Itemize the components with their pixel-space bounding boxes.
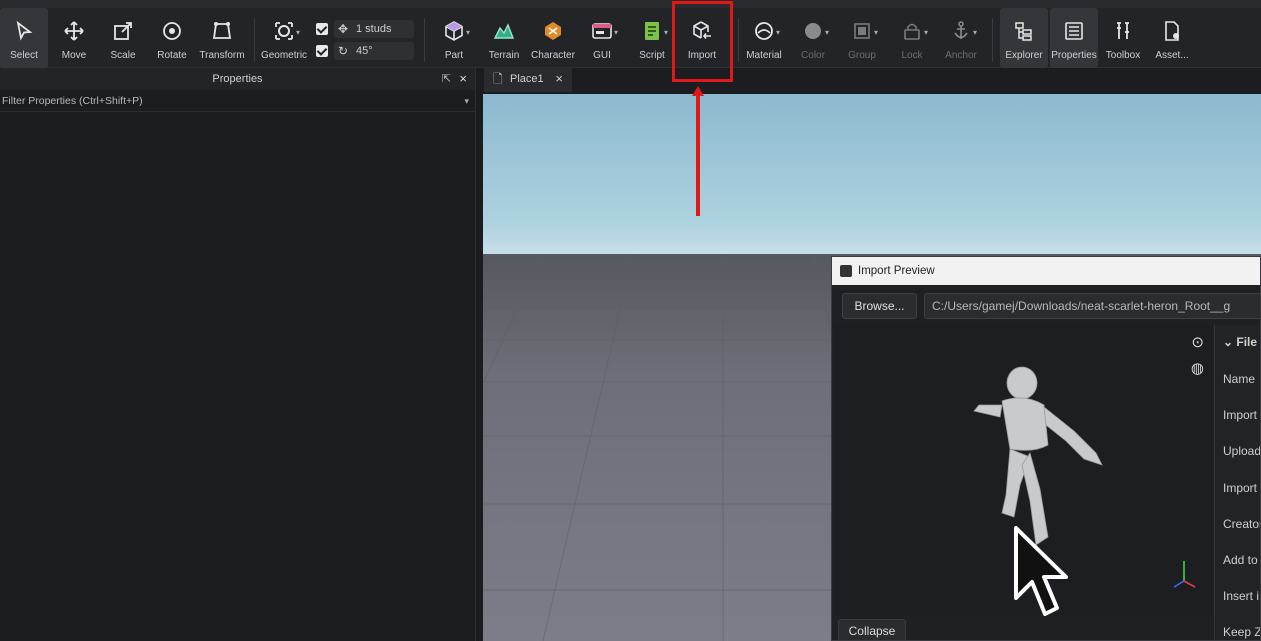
- snap-move-value: 1 studs: [356, 23, 392, 35]
- setting-import-as: Import: [1223, 481, 1258, 495]
- geometric-chevron-down-icon[interactable]: ▾: [296, 28, 304, 37]
- dialog-titlebar: Import Preview: [832, 257, 1260, 285]
- move-snap-icon: ✥: [338, 22, 349, 36]
- snap-rotate-checkbox[interactable]: [316, 45, 328, 57]
- properties-header: Properties ⇱ ×: [0, 68, 475, 90]
- tool-transform[interactable]: Transform: [198, 8, 246, 68]
- tool-transform-label: Transform: [199, 50, 245, 61]
- group-chevron-down-icon[interactable]: ▾: [874, 28, 882, 37]
- red-arrow-icon: [692, 86, 704, 216]
- snap-move-checkbox[interactable]: [316, 23, 328, 35]
- tool-select[interactable]: Select: [0, 8, 48, 68]
- gui-chevron-down-icon[interactable]: ▾: [614, 28, 622, 37]
- studio-window: Select Move Scale Rotate Transform Geome…: [0, 0, 1261, 641]
- anchor-icon: [954, 21, 968, 39]
- tool-rotate[interactable]: Rotate: [148, 8, 196, 68]
- material-chevron-down-icon[interactable]: ▾: [776, 28, 784, 37]
- tool-toolbox[interactable]: Toolbox: [1099, 8, 1147, 68]
- file-path-field[interactable]: C:/Users/gamej/Downloads/neat-scarlet-he…: [924, 293, 1260, 319]
- tool-terrain[interactable]: Terrain: [480, 8, 528, 68]
- tool-part[interactable]: Part: [430, 8, 478, 68]
- section-label: File: [1236, 335, 1258, 349]
- toolbox-icon: [1117, 22, 1129, 39]
- tab-label: Place1: [510, 73, 544, 85]
- tool-lock[interactable]: Lock: [888, 8, 936, 68]
- tool-asset-label: Asset...: [1155, 50, 1189, 61]
- dialog-title: Import Preview: [858, 265, 935, 277]
- import-highlight-box: [672, 1, 733, 82]
- color-chevron-down-icon[interactable]: ▾: [825, 28, 833, 37]
- collapse-button[interactable]: Collapse: [838, 619, 906, 640]
- setting-add-to: Add to: [1223, 553, 1258, 567]
- script-chevron-down-icon[interactable]: ▾: [664, 28, 672, 37]
- document-tabbar: 🗋 Place1 ×: [478, 68, 1261, 92]
- geometric-icon: [275, 22, 293, 40]
- tool-asset-manager[interactable]: Asset...: [1148, 8, 1196, 68]
- close-icon[interactable]: ×: [459, 68, 467, 90]
- file-section-header[interactable]: ⌄ File: [1223, 335, 1257, 349]
- tool-move[interactable]: Move: [50, 8, 98, 68]
- mouse-cursor-icon: [1014, 526, 1068, 616]
- character-icon: [545, 22, 561, 40]
- scale-box-icon: [114, 22, 132, 40]
- properties-title: Properties: [212, 73, 263, 85]
- filter-placeholder: Filter Properties (Ctrl+Shift+P): [2, 95, 143, 107]
- setting-name: Name: [1223, 372, 1256, 386]
- tool-gui[interactable]: GUI: [578, 8, 626, 68]
- studio-logo-icon: [840, 265, 852, 277]
- chevron-down-icon[interactable]: ▾: [464, 90, 469, 112]
- toolbar-divider: [992, 18, 993, 62]
- filter-properties-input[interactable]: Filter Properties (Ctrl+Shift+P) ▾: [0, 90, 475, 112]
- cursor-icon: [16, 20, 33, 41]
- snap-rotate-field[interactable]: ↻ 45°: [334, 42, 414, 60]
- setting-creator: Creator: [1223, 517, 1261, 531]
- setting-import-only: Import: [1223, 408, 1258, 422]
- setting-insert: Insert i: [1223, 589, 1260, 603]
- tool-explorer[interactable]: Explorer: [1000, 8, 1048, 68]
- cube-icon: [445, 21, 463, 41]
- tool-geometric[interactable]: Geometric: [260, 8, 308, 68]
- tool-script[interactable]: Script: [628, 8, 676, 68]
- undock-icon[interactable]: ⇱: [442, 68, 451, 90]
- properties-list-icon: [1065, 22, 1083, 40]
- menu-strip: [0, 0, 1261, 8]
- axis-gizmo: [1173, 561, 1196, 588]
- rotate-icon: [163, 22, 181, 40]
- properties-panel: Properties ⇱ × Filter Properties (Ctrl+S…: [0, 68, 476, 641]
- lock-icon: [904, 23, 920, 40]
- explorer-tree-icon: [1015, 22, 1032, 41]
- tool-anchor-label: Anchor: [945, 50, 977, 61]
- browse-button[interactable]: Browse...: [842, 293, 917, 319]
- transform-icon: [212, 22, 232, 39]
- color-circle-icon: [805, 23, 821, 39]
- part-chevron-down-icon[interactable]: ▾: [466, 28, 474, 37]
- tool-anchor[interactable]: Anchor: [937, 8, 985, 68]
- tool-scale[interactable]: Scale: [99, 8, 147, 68]
- group-icon: [854, 23, 870, 39]
- tool-color[interactable]: Color: [789, 8, 837, 68]
- terrain-icon: [493, 23, 515, 39]
- setting-upload: Upload: [1223, 444, 1261, 458]
- move-arrows-icon: [64, 21, 84, 41]
- snap-rotate-value: 45°: [356, 45, 373, 57]
- tool-group[interactable]: Group: [838, 8, 886, 68]
- tool-character[interactable]: Character: [529, 8, 577, 68]
- material-icon: [755, 22, 773, 40]
- tab-close-icon[interactable]: ×: [555, 68, 563, 90]
- rotate-snap-icon: ↻: [338, 44, 349, 58]
- lock-chevron-down-icon[interactable]: ▾: [924, 28, 932, 37]
- asset-manager-icon: [1165, 21, 1179, 41]
- tool-geometric-label: Geometric: [260, 50, 308, 61]
- document-icon: 🗋: [493, 72, 503, 86]
- snap-move-field[interactable]: ✥ 1 studs: [334, 20, 414, 38]
- setting-keep-zero: Keep Z: [1223, 625, 1261, 639]
- tab-place1[interactable]: 🗋 Place1 ×: [484, 68, 572, 92]
- gui-window-icon: [592, 23, 612, 39]
- ribbon-toolbar: Select Move Scale Rotate Transform Geome…: [0, 8, 1261, 68]
- tool-properties[interactable]: Properties: [1050, 8, 1098, 68]
- import-settings-panel: ⌄ File Name Import Upload Import Creator…: [1214, 325, 1261, 640]
- tool-material[interactable]: Material: [740, 8, 788, 68]
- script-icon: [645, 22, 659, 40]
- anchor-chevron-down-icon[interactable]: ▾: [973, 28, 981, 37]
